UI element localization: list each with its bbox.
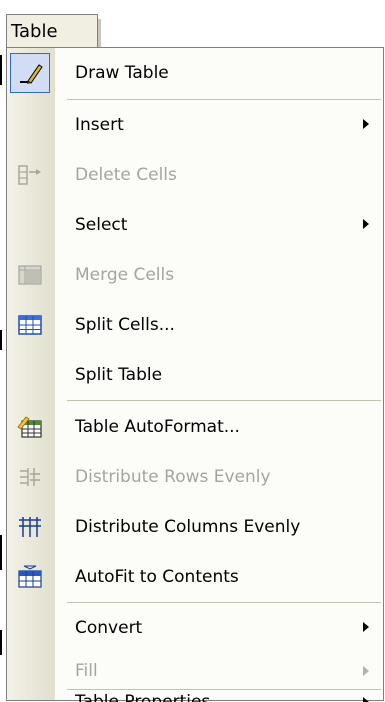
menu-item-label: Split Table [75,365,163,385]
menu-item-label: Fill [75,661,98,681]
menu-item-table-properties[interactable]: Table Properties [7,690,383,702]
table-autoformat-icon [17,416,42,438]
menu-item-label: Split Cells... [75,315,175,335]
menu-item-convert[interactable]: Convert [7,603,383,653]
distribute-rows-icon [20,468,40,486]
menu-item-insert[interactable]: Insert [7,100,383,150]
menu-item-label: Convert [75,618,143,638]
menu-item-draw-table[interactable]: Draw Table [7,48,383,98]
menu-item-label: Table AutoFormat... [75,417,240,437]
menu-item-label: Insert [75,115,124,135]
page-edge [0,535,2,570]
distribute-columns-icon [19,517,41,537]
menu-table-title[interactable]: Table [6,14,101,49]
page-edge [0,330,2,350]
menu-item-delete-cells[interactable]: Delete Cells [7,150,383,200]
menu-item-label: Delete Cells [75,165,177,185]
menu-separator [67,400,381,401]
merge-cells-icon [18,265,42,285]
menu-item-split-table[interactable]: Split Table [7,350,383,400]
delete-cells-icon [18,165,41,185]
menu-item-select[interactable]: Select [7,200,383,250]
submenu-arrow-icon [363,697,369,702]
menu-item-autofit[interactable]: AutoFit to Contents [7,552,383,602]
menu-item-distribute-columns[interactable]: Distribute Columns Evenly [7,502,383,552]
menu-item-distribute-rows[interactable]: Distribute Rows Evenly [7,452,383,502]
page-edge [0,630,2,655]
menu-item-split-cells[interactable]: Split Cells... [7,300,383,350]
submenu-arrow-icon [363,666,369,676]
submenu-arrow-icon [363,219,369,229]
menu-item-label: Merge Cells [75,265,175,285]
menu-item-label: Draw Table [75,63,169,83]
menu-item-label: Distribute Columns Evenly [75,517,301,537]
menu-item-table-autoformat[interactable]: Table AutoFormat... [7,402,383,452]
autofit-icon [18,565,42,588]
menu-item-label: Select [75,215,128,235]
page-edge [0,55,2,85]
split-cells-icon [18,315,42,335]
screen: Table Draw Table Insert Delete Cells Sel… [0,0,385,702]
table-menu-dropdown: Draw Table Insert Delete Cells Select Me… [6,47,384,702]
submenu-arrow-icon [363,622,369,632]
menu-item-fill[interactable]: Fill [7,653,383,689]
menu-item-label: AutoFit to Contents [75,567,239,587]
menu-item-merge-cells[interactable]: Merge Cells [7,250,383,300]
submenu-arrow-icon [363,119,369,129]
menu-item-label: Table Properties [75,692,211,702]
menu-item-label: Distribute Rows Evenly [75,467,271,487]
pencil-icon [20,64,43,84]
